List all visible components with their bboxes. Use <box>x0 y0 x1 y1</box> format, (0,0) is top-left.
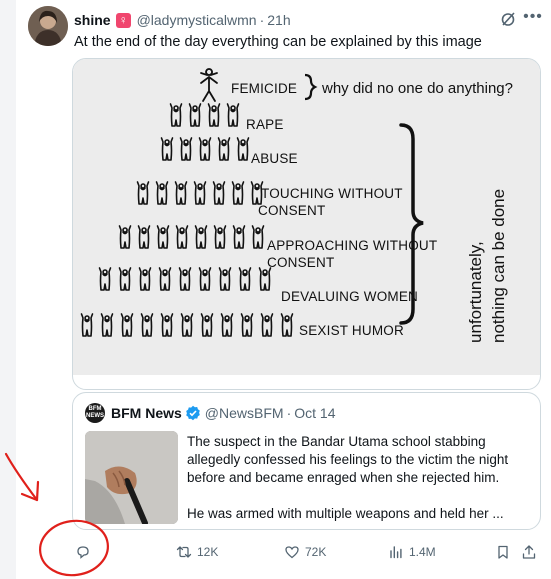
quoted-tweet-text: The suspect in the Bandar Utama school s… <box>187 433 532 523</box>
quoted-paragraph-1: The suspect in the Bandar Utama school s… <box>187 434 509 485</box>
level-approaching: APPROACHING WITHOUT <box>267 238 438 253</box>
grok-icon[interactable] <box>499 10 517 28</box>
analytics-icon <box>390 546 402 559</box>
verified-badge-icon <box>185 405 200 421</box>
level-rape: RAPE <box>246 117 284 132</box>
pyramid-row-5 <box>118 225 265 249</box>
pyramid-row-2 <box>169 103 240 127</box>
retweet-icon <box>176 546 192 558</box>
venus-icon: ♀ <box>115 12 131 28</box>
author-name[interactable]: shine <box>74 12 111 28</box>
pyramid-row-4 <box>136 181 264 205</box>
author-handle[interactable]: @ladymysticalwmn <box>137 12 257 28</box>
top-caption: why did no one do anything? <box>322 80 513 97</box>
side-caption-line1: unfortunately, <box>466 241 485 343</box>
quoted-tweet-date: Oct 14 <box>294 405 336 421</box>
retweet-button[interactable]: 12K <box>176 540 218 564</box>
left-gutter <box>0 0 16 579</box>
quoted-tweet-header: BFM NEWS BFM News @NewsBFM · Oct 14 <box>85 403 336 423</box>
bookmark-icon <box>498 545 508 559</box>
views-count: 1.4M <box>409 545 436 559</box>
like-count: 72K <box>305 545 327 559</box>
reply-icon <box>77 546 89 559</box>
quoted-tweet-thumbnail[interactable] <box>85 431 178 524</box>
share-icon <box>522 545 536 559</box>
separator-dot: · <box>259 12 265 28</box>
avatar[interactable] <box>28 6 68 46</box>
level-femicide: FEMICIDE <box>231 81 298 96</box>
bfm-logo[interactable]: BFM NEWS <box>85 403 105 423</box>
side-caption-line2: nothing can be done <box>489 188 508 343</box>
heart-icon <box>285 546 299 559</box>
pyramid-row-3 <box>160 137 250 161</box>
pyramid-image: FEMICIDE why did no one do anything? RAP… <box>73 59 540 375</box>
pyramid-row-1 <box>200 68 218 102</box>
bookmark-button[interactable] <box>495 540 516 564</box>
separator-dot: · <box>286 405 292 421</box>
reply-button[interactable] <box>75 540 96 564</box>
quoted-tweet[interactable]: BFM NEWS BFM News @NewsBFM · Oct 14 The s… <box>72 392 541 530</box>
quoted-author-name: BFM News <box>111 405 182 421</box>
tweet[interactable]: shine ♀ @ladymysticalwmn · 21h ••• At th… <box>22 0 551 579</box>
level-abuse: ABUSE <box>251 151 298 166</box>
tweet-time[interactable]: 21h <box>267 12 290 28</box>
tweet-media[interactable]: FEMICIDE why did no one do anything? RAP… <box>72 58 541 390</box>
tweet-text: At the end of the day everything can be … <box>74 34 482 50</box>
pyramid-row-6 <box>98 267 272 291</box>
tweet-actions: 12K 72K 1.4M <box>72 540 551 564</box>
share-button[interactable] <box>521 540 542 564</box>
like-button[interactable]: 72K <box>284 540 326 564</box>
views-button[interactable]: 1.4M <box>388 540 436 564</box>
level-approaching-consent: CONSENT <box>267 255 335 270</box>
quoted-paragraph-2: He was armed with multiple weapons and h… <box>187 506 504 521</box>
tweet-header: shine ♀ @ladymysticalwmn · 21h <box>74 10 551 30</box>
level-touching: TOUCHING WITHOUT <box>261 186 403 201</box>
level-sexist-humor: SEXIST HUMOR <box>299 323 404 338</box>
retweet-count: 12K <box>197 545 219 559</box>
quoted-author-handle: @NewsBFM <box>204 405 284 421</box>
top-brace <box>304 73 318 101</box>
more-options-icon[interactable]: ••• <box>523 8 543 26</box>
pyramid-row-7 <box>80 313 294 337</box>
level-touching-consent: CONSENT <box>258 203 326 218</box>
level-devaluing: DEVALUING WOMEN <box>281 289 419 304</box>
